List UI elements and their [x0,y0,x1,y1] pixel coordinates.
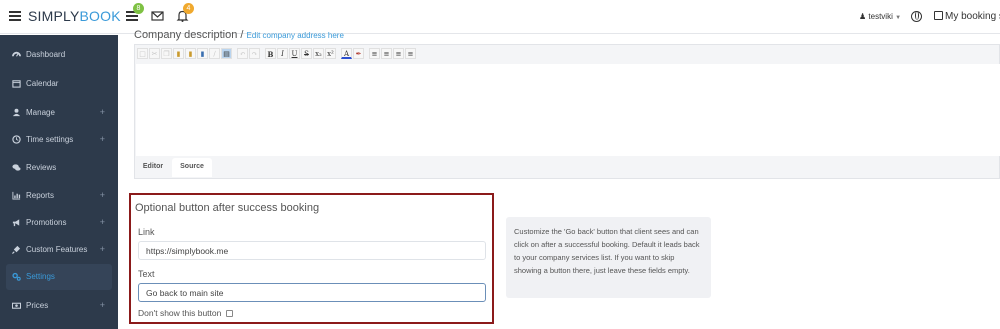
user-name: testviki [868,12,893,21]
link-label: Link [138,227,155,237]
text-label: Text [138,269,155,279]
align-right-icon[interactable]: ≡ [393,48,404,59]
help-hint: Customize the 'Go back' button that clie… [506,217,711,298]
calendar-icon [12,80,21,88]
select-all-icon[interactable]: ▤ [221,48,232,59]
menu-toggle-icon[interactable] [9,11,21,21]
cut-icon[interactable]: ✂ [149,48,160,59]
section-title: Optional button after success booking [135,202,320,214]
paste-word-icon[interactable]: ▮ [197,48,208,59]
text-color-icon[interactable]: A [341,48,352,59]
calendar-check-icon [934,11,943,20]
paste-text-icon[interactable]: ▮ [185,48,196,59]
money-icon [12,302,21,309]
align-justify-icon[interactable]: ≡ [405,48,416,59]
dont-show-row: Don't show this button [138,308,233,318]
tab-source[interactable]: Source [172,158,212,177]
sidebar: Dashboard Calendar Manage + Time setting… [0,35,118,329]
sidebar-item-time-settings[interactable]: Time settings + [0,127,118,153]
sidebar-item-settings[interactable]: Settings [6,264,112,290]
bullhorn-icon [12,219,20,227]
sidebar-item-calendar[interactable]: Calendar [0,71,118,97]
redo-icon[interactable]: ↷ [249,48,260,59]
main-content: Company description / Edit company addre… [118,29,1000,329]
dont-show-label: Don't show this button [138,308,222,318]
mail-icon[interactable] [151,10,165,22]
underline-icon[interactable]: U [289,48,300,59]
globe-icon[interactable] [911,11,922,22]
editor-text-area[interactable] [136,64,1000,156]
bold-icon[interactable]: B [265,48,276,59]
italic-icon[interactable]: I [277,48,288,59]
my-booking-site-link[interactable]: My booking s [934,11,1000,22]
expand-plus-icon[interactable]: + [100,107,105,117]
optional-button-section: Optional button after success booking Li… [129,193,494,324]
sidebar-item-prices[interactable]: Prices + [0,293,118,319]
undo-icon[interactable]: ↶ [237,48,248,59]
copy-icon[interactable]: ❐ [161,48,172,59]
app-logo[interactable]: SIMPLYBOOK [28,8,121,24]
expand-plus-icon[interactable]: + [100,244,105,254]
sidebar-item-promotions[interactable]: Promotions + [0,210,118,236]
comments-icon [12,164,21,171]
sidebar-item-custom-features[interactable]: Custom Features + [0,237,118,263]
user-icon [12,108,21,117]
user-icon: ♟ [859,12,867,21]
paste-icon[interactable]: ▮ [173,48,184,59]
remove-format-icon[interactable]: ∕ [209,48,220,59]
align-left-icon[interactable]: ≡ [369,48,380,59]
bar-chart-icon [12,191,21,200]
user-menu[interactable]: ♟ testviki ▼ [859,12,901,21]
company-description-heading: Company description / Edit company addre… [134,29,344,41]
rich-text-editor: □ ✂ ❐ ▮ ▮ ▮ ∕ ▤ ↶ ↷ B I U S x₂ x² A ✒ ≡ … [134,44,1000,179]
tasks-badge: 8 [133,3,144,14]
clock-icon [12,135,21,144]
edit-company-address-link[interactable]: Edit company address here [247,31,344,40]
notifications-badge: 4 [183,3,194,14]
link-input[interactable]: https://simplybook.me [138,241,486,260]
subscript-icon[interactable]: x₂ [313,48,324,59]
sidebar-item-reports[interactable]: Reports + [0,183,118,209]
sidebar-item-manage[interactable]: Manage + [0,100,118,126]
expand-plus-icon[interactable]: + [100,300,105,310]
expand-plus-icon[interactable]: + [100,134,105,144]
tab-editor[interactable]: Editor [134,158,172,177]
sidebar-item-dashboard[interactable]: Dashboard [0,42,118,68]
strikethrough-icon[interactable]: S [301,48,312,59]
dont-show-checkbox[interactable] [225,310,233,317]
caret-down-icon: ▼ [895,15,902,21]
superscript-icon[interactable]: x² [325,48,336,59]
new-page-icon[interactable]: □ [137,48,148,59]
gears-icon [12,272,21,281]
plug-icon [12,245,21,254]
editor-toolbar: □ ✂ ❐ ▮ ▮ ▮ ∕ ▤ ↶ ↷ B I U S x₂ x² A ✒ ≡ … [137,48,416,61]
text-input[interactable]: Go back to main site [138,283,486,302]
background-color-icon[interactable]: ✒ [353,48,364,59]
expand-plus-icon[interactable]: + [100,217,105,227]
align-center-icon[interactable]: ≡ [381,48,392,59]
sidebar-item-reviews[interactable]: Reviews [0,155,118,181]
expand-plus-icon[interactable]: + [100,190,105,200]
dashboard-icon [12,51,21,57]
